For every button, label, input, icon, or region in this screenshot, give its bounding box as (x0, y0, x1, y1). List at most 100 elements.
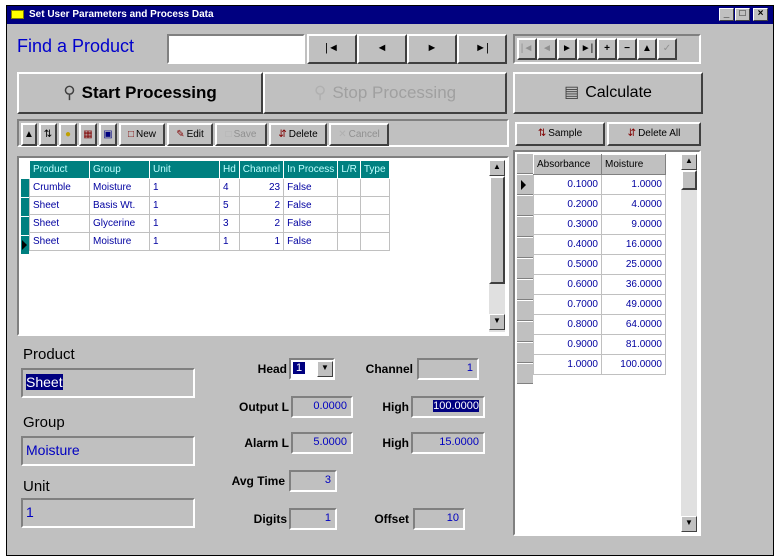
prev-icon[interactable]: ◄ (537, 38, 557, 60)
table-row[interactable]: 0.7000 49.0000 (533, 294, 666, 315)
calibration-cell[interactable]: 1.0000 (601, 174, 666, 195)
grid-cell[interactable] (359, 196, 390, 215)
calibration-cell[interactable]: 0.4000 (533, 234, 602, 255)
row-indicator[interactable] (21, 217, 29, 235)
grid-column-header[interactable]: Hd (219, 160, 240, 179)
grid-column-header[interactable]: In Process (283, 160, 339, 179)
alarm-low-field[interactable]: 5.0000 (291, 432, 353, 454)
grid-cell[interactable]: False (283, 196, 339, 215)
next-record-button[interactable]: ► (407, 34, 457, 64)
scroll-thumb[interactable] (489, 176, 505, 284)
grid-cell[interactable]: Moisture (89, 232, 150, 251)
title-bar[interactable]: Set User Parameters and Process Data _ □… (7, 6, 773, 24)
edit-button[interactable]: ✎ Edit (167, 123, 213, 146)
row-indicator[interactable] (21, 198, 29, 216)
calibration-cell[interactable]: 0.7000 (533, 294, 602, 315)
calibration-cell[interactable]: 0.3000 (533, 214, 602, 235)
grid-cell[interactable]: Sheet (29, 232, 90, 251)
calibration-cell[interactable]: 0.9000 (533, 334, 602, 355)
calibration-column-header[interactable]: Moisture (601, 154, 666, 175)
calibration-scrollbar[interactable]: ▲ ▼ (681, 154, 697, 532)
table-row[interactable]: 0.4000 16.0000 (533, 234, 666, 255)
digits-field[interactable]: 1 (289, 508, 337, 530)
grid-cell[interactable]: False (283, 214, 339, 233)
calibration-cell[interactable]: 25.0000 (601, 254, 666, 275)
grid-cell[interactable]: Sheet (29, 214, 90, 233)
channel-field[interactable]: 1 (417, 358, 479, 380)
row-indicator[interactable] (21, 179, 29, 197)
minimize-button[interactable]: _ (719, 8, 734, 21)
prev-record-button[interactable]: ◄ (357, 34, 407, 64)
first-icon[interactable]: |◄ (517, 38, 537, 60)
avg-time-field[interactable]: 3 (289, 470, 337, 492)
grid-cell[interactable] (359, 214, 390, 233)
grid-cell[interactable]: 1 (149, 214, 220, 233)
calibration-cell[interactable]: 64.0000 (601, 314, 666, 335)
grid-cell[interactable]: Crumble (29, 178, 90, 197)
grid-column-header[interactable]: Product (29, 160, 90, 179)
table-row[interactable]: Crumble Moisture 1 4 23 False (29, 178, 390, 197)
grid-cell[interactable]: False (283, 178, 339, 197)
table-row[interactable]: 0.3000 9.0000 (533, 214, 666, 235)
grid-column-header[interactable]: Group (89, 160, 150, 179)
row-indicator[interactable] (517, 364, 533, 384)
new-button[interactable]: □ New (119, 123, 165, 146)
cancel-button[interactable]: ✕ Cancel (329, 123, 389, 146)
table-row[interactable]: 0.1000 1.0000 (533, 174, 666, 195)
calibration-column-header[interactable]: Absorbance (533, 154, 602, 175)
alarm-high-field[interactable]: 15.0000 (411, 432, 485, 454)
product-grid[interactable]: Product Group Unit Hd Channel In Process L/R Ty… (17, 156, 509, 336)
calibration-grid[interactable]: Absorbance Moisture 0.1000 1.0000 0.2000 4.0… (513, 150, 701, 536)
calibration-cell[interactable]: 0.5000 (533, 254, 602, 275)
scroll-down-icon[interactable]: ▼ (489, 314, 505, 330)
scroll-thumb[interactable] (681, 170, 697, 190)
stop-processing-button[interactable]: ⚲ Stop Processing (263, 72, 507, 114)
grid-cell[interactable]: False (283, 232, 339, 251)
grid-cell[interactable] (337, 196, 361, 215)
lock-icon[interactable]: ▲ (21, 123, 37, 146)
grid-cell[interactable]: 1 (238, 232, 285, 251)
grid-cell[interactable]: 2 (238, 214, 285, 233)
close-button[interactable]: × (753, 8, 768, 21)
calibration-cell[interactable]: 49.0000 (601, 294, 666, 315)
grid-cell[interactable]: Sheet (29, 196, 90, 215)
sort-icon[interactable]: ⇅ (39, 123, 57, 146)
edit-up-icon[interactable]: ▲ (637, 38, 657, 60)
table-row[interactable]: 1.0000 100.0000 (533, 354, 666, 375)
calibration-cell[interactable]: 0.6000 (533, 274, 602, 295)
table-row[interactable]: 0.8000 64.0000 (533, 314, 666, 335)
post-icon[interactable]: ✓ (657, 38, 677, 60)
grid-cell[interactable]: 1 (219, 232, 240, 251)
calculate-button[interactable]: ▤ Calculate (513, 72, 703, 114)
grid-cell[interactable]: 4 (219, 178, 240, 197)
output-high-field[interactable]: 100.0000 (411, 396, 485, 418)
grid-cell[interactable] (337, 214, 361, 233)
table-row[interactable]: 0.5000 25.0000 (533, 254, 666, 275)
grid-cell[interactable] (337, 232, 361, 251)
grid-cell[interactable]: Glycerine (89, 214, 150, 233)
row-indicator[interactable] (517, 301, 533, 321)
save-button[interactable]: □ Save (215, 123, 267, 146)
start-processing-button[interactable]: ⚲ Start Processing (17, 72, 263, 114)
first-record-button[interactable]: |◄ (307, 34, 357, 64)
grid-cell[interactable] (337, 178, 361, 197)
grid-column-header[interactable]: Type (359, 160, 390, 179)
row-indicator[interactable] (517, 280, 533, 300)
last-icon[interactable]: ►| (577, 38, 597, 60)
calibration-cell[interactable]: 0.8000 (533, 314, 602, 335)
product-field[interactable]: Sheet (21, 368, 195, 398)
calibration-cell[interactable]: 36.0000 (601, 274, 666, 295)
table-row[interactable]: Sheet Glycerine 1 3 2 False (29, 214, 390, 233)
grid-cell[interactable]: 3 (219, 214, 240, 233)
next-icon[interactable]: ► (557, 38, 577, 60)
group-field[interactable]: Moisture (21, 436, 195, 466)
offset-field[interactable]: 10 (413, 508, 465, 530)
grid-cell[interactable]: 1 (149, 178, 220, 197)
calibration-cell[interactable]: 4.0000 (601, 194, 666, 215)
calibration-cell[interactable]: 81.0000 (601, 334, 666, 355)
table-row[interactable]: Sheet Moisture 1 1 1 False (29, 232, 390, 251)
calibration-cell[interactable]: 0.2000 (533, 194, 602, 215)
table-row[interactable]: Sheet Basis Wt. 1 5 2 False (29, 196, 390, 215)
row-indicator[interactable] (517, 343, 533, 363)
delete-all-button[interactable]: ⇵ Delete All (607, 122, 701, 146)
